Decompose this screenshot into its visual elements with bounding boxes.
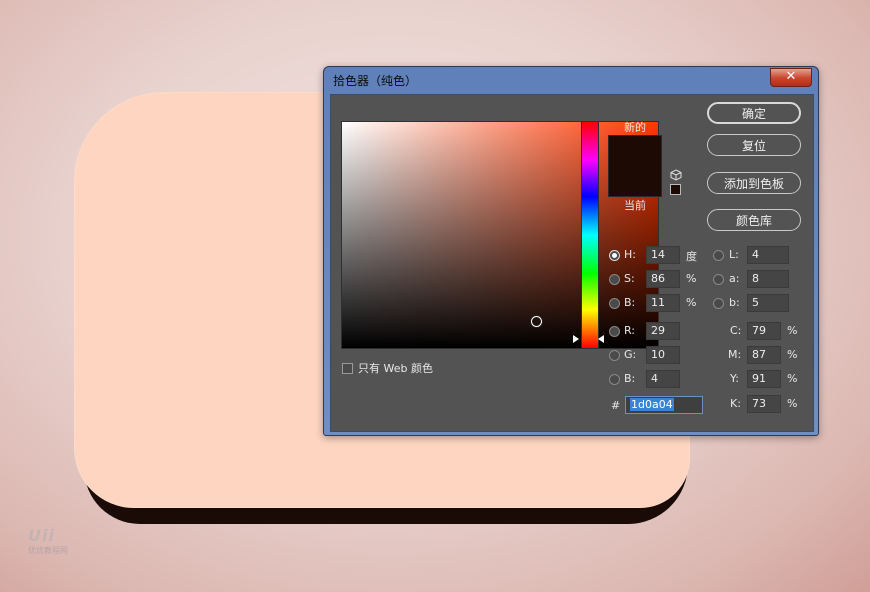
hex-label: # (611, 399, 621, 412)
watermark: Uii 优优教程网 (28, 528, 88, 556)
brightness-unit: % (686, 296, 697, 309)
cyan-unit: % (787, 324, 798, 337)
lab-b-input[interactable]: 5 (747, 294, 789, 312)
green-label: G: (624, 348, 637, 361)
watermark-logo: Uii (28, 526, 55, 545)
lab-a-label: a: (729, 272, 740, 285)
hue-unit: 度 (686, 250, 697, 263)
blue-label: B: (624, 372, 636, 385)
dialog-title: 拾色器（纯色） (333, 74, 418, 88)
red-input[interactable]: 29 (646, 322, 680, 340)
new-color-label: 新的 (624, 121, 646, 134)
watermark-text: 优优教程网 (28, 546, 68, 555)
brightness-input[interactable]: 11 (646, 294, 680, 312)
radio-hue[interactable] (609, 250, 620, 261)
web-safe-swatch[interactable] (670, 184, 681, 195)
blue-input[interactable]: 4 (646, 370, 680, 388)
magenta-unit: % (787, 348, 798, 361)
close-button[interactable]: ✕ (770, 68, 812, 87)
radio-lab-l[interactable] (713, 250, 724, 261)
magenta-input[interactable]: 87 (747, 346, 781, 364)
cyan-label: C: (730, 324, 742, 337)
lab-l-label: L: (729, 248, 739, 261)
cyan-input[interactable]: 79 (747, 322, 781, 340)
dialog-titlebar[interactable]: 拾色器（纯色） ✕ (324, 67, 818, 93)
radio-lab-a[interactable] (713, 274, 724, 285)
color-picker-ring-icon[interactable] (531, 316, 542, 327)
yellow-input[interactable]: 91 (747, 370, 781, 388)
magenta-label: M: (728, 348, 742, 361)
lab-l-input[interactable]: 4 (747, 246, 789, 264)
radio-green[interactable] (609, 350, 620, 361)
hue-slider[interactable] (581, 121, 599, 349)
ok-button[interactable]: 确定 (707, 102, 801, 124)
hex-input[interactable]: 1d0a04 (625, 396, 703, 414)
add-to-swatches-button[interactable]: 添加到色板 (707, 172, 801, 194)
radio-red[interactable] (609, 326, 620, 337)
radio-blue[interactable] (609, 374, 620, 385)
black-input[interactable]: 73 (747, 395, 781, 413)
out-of-web-gamut-cube-icon[interactable] (670, 169, 682, 181)
saturation-label: S: (624, 272, 635, 285)
radio-saturation[interactable] (609, 274, 620, 285)
only-web-colors-checkbox[interactable] (342, 363, 353, 374)
hue-label: H: (624, 248, 636, 261)
lab-b-label: b: (729, 296, 740, 309)
new-current-swatch[interactable] (608, 135, 662, 197)
saturation-unit: % (686, 272, 697, 285)
yellow-label: Y: (730, 372, 739, 385)
color-picker-dialog: 拾色器（纯色） ✕ 新的 当前 确定 复位 添加到色板 颜色库 H: 14 度 (323, 66, 819, 436)
reset-button[interactable]: 复位 (707, 134, 801, 156)
red-label: R: (624, 324, 636, 337)
radio-lab-b[interactable] (713, 298, 724, 309)
current-color-label: 当前 (624, 199, 646, 212)
black-unit: % (787, 397, 798, 410)
brightness-label: B: (624, 296, 636, 309)
dialog-client: 新的 当前 确定 复位 添加到色板 颜色库 H: 14 度 S: 86 % B:… (330, 94, 814, 432)
radio-brightness[interactable] (609, 298, 620, 309)
hue-slider-right-arrow-icon[interactable] (598, 335, 604, 343)
black-label: K: (730, 397, 741, 410)
only-web-colors-label: 只有 Web 颜色 (358, 362, 433, 375)
close-icon: ✕ (785, 69, 797, 84)
yellow-unit: % (787, 372, 798, 385)
saturation-input[interactable]: 86 (646, 270, 680, 288)
green-input[interactable]: 10 (646, 346, 680, 364)
hue-slider-left-arrow-icon[interactable] (573, 335, 579, 343)
color-libraries-button[interactable]: 颜色库 (707, 209, 801, 231)
hex-value-selected: 1d0a04 (630, 398, 674, 411)
hue-input[interactable]: 14 (646, 246, 680, 264)
lab-a-input[interactable]: 8 (747, 270, 789, 288)
